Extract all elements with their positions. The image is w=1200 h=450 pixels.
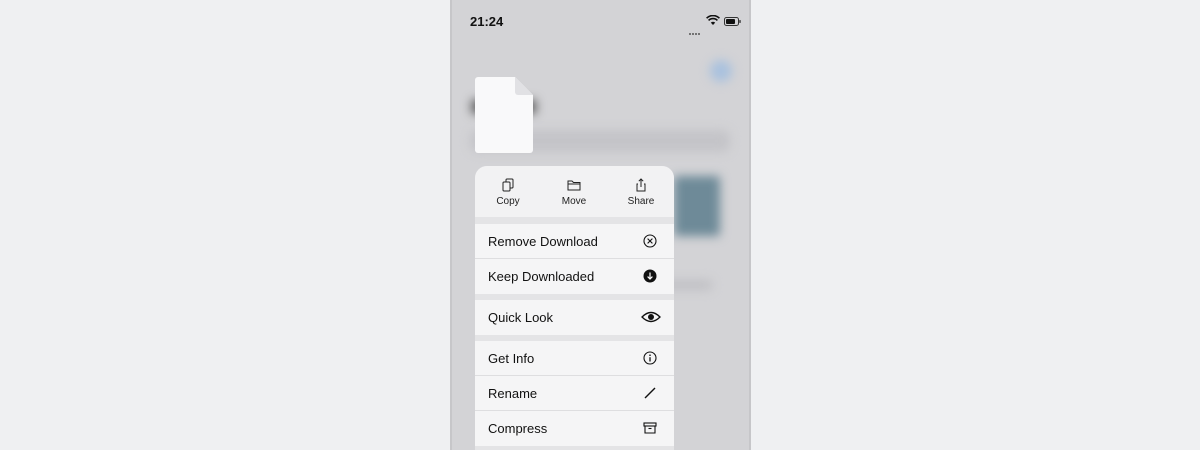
get-info-item[interactable]: Get Info	[475, 341, 674, 376]
blurred-button	[710, 60, 732, 82]
share-icon	[636, 178, 646, 192]
remove-download-item[interactable]: Remove Download	[475, 224, 674, 259]
eye-icon	[641, 311, 661, 323]
compress-label: Compress	[488, 421, 548, 436]
copy-label: Copy	[496, 196, 520, 207]
keep-downloaded-label: Keep Downloaded	[488, 269, 595, 284]
move-button[interactable]: Move	[541, 166, 607, 217]
context-menu: Copy Move Share Remove Download Keep Dow…	[475, 166, 674, 450]
quick-look-group: Quick Look	[475, 300, 674, 335]
blurred-thumbnail	[674, 176, 720, 236]
phone-screen: ■■■■ 21:24 Copy	[452, 0, 749, 450]
folder-icon	[567, 180, 581, 191]
battery-icon	[724, 17, 741, 26]
quick-look-item[interactable]: Quick Look	[475, 300, 674, 335]
status-time: 21:24	[470, 14, 504, 29]
copy-button[interactable]: Copy	[475, 166, 541, 217]
download-group: Remove Download Keep Downloaded	[475, 224, 674, 294]
phone-edge-right	[749, 0, 751, 450]
status-bar: 21:24	[452, 0, 749, 44]
info-icon	[643, 351, 657, 365]
document-icon	[475, 77, 533, 153]
share-label: Share	[627, 196, 655, 207]
share-button[interactable]: Share	[608, 166, 674, 217]
rename-label: Rename	[488, 386, 538, 401]
rename-item[interactable]: Rename	[475, 376, 674, 411]
wifi-icon	[706, 15, 720, 25]
pencil-icon	[644, 387, 656, 399]
remove-circle-icon	[643, 234, 657, 248]
action-row: Copy Move Share	[475, 166, 674, 217]
keep-downloaded-item[interactable]: Keep Downloaded	[475, 259, 674, 294]
download-circle-icon	[643, 269, 657, 283]
copy-icon	[502, 178, 514, 192]
archive-icon	[643, 422, 657, 434]
move-label: Move	[561, 196, 587, 207]
remove-download-label: Remove Download	[488, 234, 598, 249]
file-actions-group: Get Info Rename Compress	[475, 341, 674, 446]
get-info-label: Get Info	[488, 351, 535, 366]
compress-item[interactable]: Compress	[475, 411, 674, 446]
quick-look-label: Quick Look	[488, 310, 554, 325]
signal-icon	[689, 22, 701, 40]
